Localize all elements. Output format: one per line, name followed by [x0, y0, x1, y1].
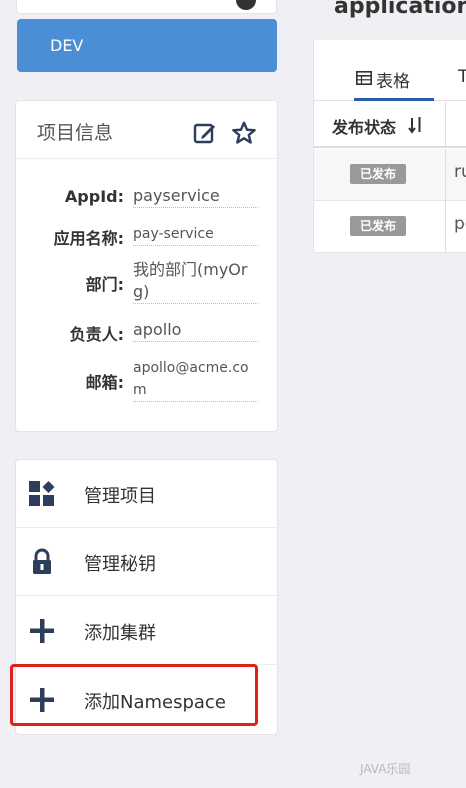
key-cell: pc — [454, 214, 466, 234]
project-info-header: 项目信息 — [16, 101, 277, 159]
key-cell: ru — [454, 162, 466, 182]
table-row: 已发布 ru — [314, 149, 466, 201]
status-badge: 已发布 — [350, 164, 406, 184]
table-icon — [356, 71, 372, 85]
edit-icon[interactable] — [193, 121, 217, 145]
project-info-title: 项目信息 — [37, 122, 114, 144]
lock-icon — [33, 548, 51, 574]
owner-label: 负责人: — [69, 325, 124, 344]
status-badge: 已发布 — [350, 216, 406, 236]
namespace-panel: 表格 T 发布状态 已发布 ru 已发布 pc — [313, 40, 466, 253]
menu-item-manage-secret[interactable]: 管理秘钥 — [16, 528, 277, 596]
watermark: JAVA乐园 — [360, 762, 411, 776]
table-row: 已发布 pc — [314, 201, 466, 253]
project-info-panel: 项目信息 AppId: payservice 应用名称: pay-service… — [15, 100, 278, 432]
tab-text[interactable]: T — [458, 67, 466, 87]
star-icon[interactable] — [231, 120, 257, 146]
menu-item-add-cluster[interactable]: 添加集群 — [16, 597, 277, 665]
table-header: 发布状态 — [314, 102, 466, 148]
tab-table-label: 表格 — [376, 72, 410, 92]
appid-label: AppId: — [64, 187, 124, 206]
status-cell: 已发布 — [314, 201, 446, 253]
email-label: 邮箱: — [85, 373, 124, 392]
view-tabs: 表格 T — [314, 55, 466, 101]
app-name-label: 应用名称: — [53, 229, 124, 248]
status-header-label: 发布状态 — [332, 118, 397, 137]
status-cell: 已发布 — [314, 149, 446, 201]
namespace-title: application — [334, 0, 466, 19]
department-value: 我的部门(myOrg) — [133, 259, 258, 304]
owner-value: apollo — [133, 319, 258, 342]
env-dev-button[interactable]: DEV — [17, 19, 277, 72]
department-label: 部门: — [85, 275, 124, 294]
menu-label-add-cluster: 添加集群 — [84, 623, 156, 644]
grid-diamond-icon — [29, 481, 55, 506]
top-panel-stub — [16, 0, 277, 14]
help-icon[interactable] — [236, 0, 256, 10]
menu-label-manage-project: 管理项目 — [84, 486, 156, 507]
appid-value: payservice — [133, 185, 258, 208]
menu-item-manage-project[interactable]: 管理项目 — [16, 460, 277, 528]
sort-icon[interactable] — [408, 116, 424, 134]
menu-label-manage-secret: 管理秘钥 — [84, 554, 156, 575]
app-name-value: pay-service — [133, 223, 258, 246]
highlight-box — [10, 664, 258, 726]
plus-icon — [30, 619, 54, 643]
status-column-header[interactable]: 发布状态 — [314, 102, 446, 148]
email-value: apollo@acme.com — [133, 357, 258, 402]
tab-table[interactable]: 表格 — [354, 55, 434, 101]
